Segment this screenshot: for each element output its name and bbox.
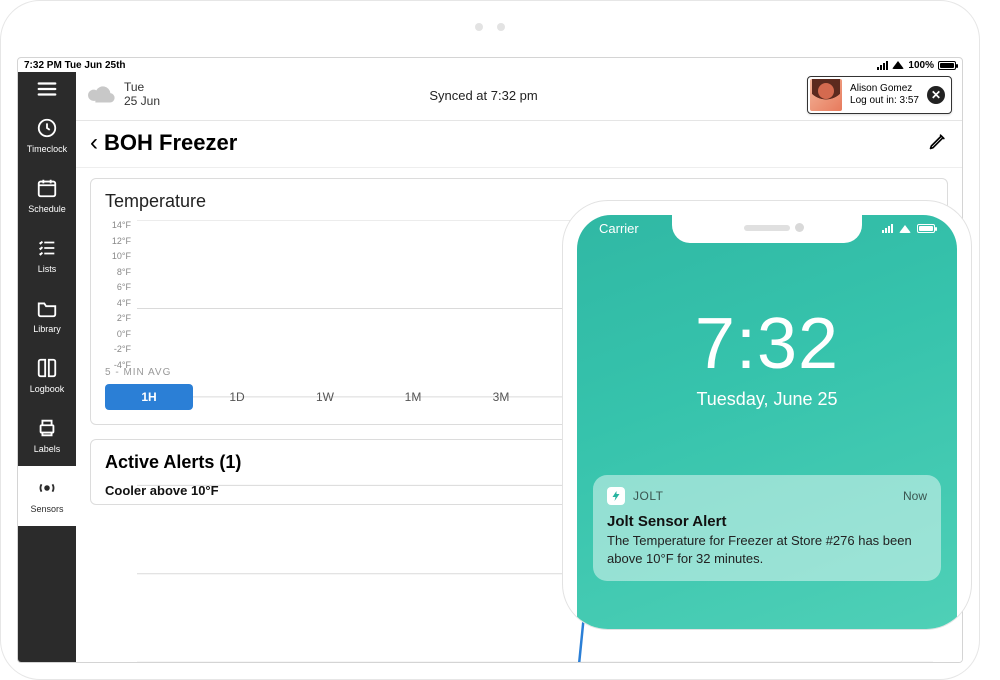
- sidebar-item-library[interactable]: Library: [18, 286, 76, 346]
- user-logout-timer: Log out in: 3:57: [850, 95, 919, 107]
- ipad-speaker: [475, 23, 505, 31]
- sidebar-item-timeclock[interactable]: Timeclock: [18, 106, 76, 166]
- sidebar-item-label: Sensors: [30, 504, 63, 514]
- sidebar-item-labels[interactable]: Labels: [18, 406, 76, 466]
- jolt-app-icon: [607, 487, 625, 505]
- range-1d[interactable]: 1D: [193, 384, 281, 410]
- notification-title: Jolt Sensor Alert: [607, 513, 927, 530]
- avatar: [810, 79, 842, 111]
- battery-icon: [917, 224, 935, 233]
- notification-time: Now: [903, 489, 927, 503]
- close-icon[interactable]: ✕: [927, 86, 945, 104]
- cloud-sync-icon: [86, 85, 116, 105]
- notification-app-name: JOLT: [633, 489, 663, 503]
- sensor-icon: [35, 476, 59, 500]
- user-name: Alison Gomez: [850, 83, 919, 95]
- sidebar-item-schedule[interactable]: Schedule: [18, 166, 76, 226]
- edit-button[interactable]: [928, 131, 948, 156]
- sidebar-item-label: Lists: [38, 264, 57, 274]
- printer-icon: [35, 416, 59, 440]
- range-3m[interactable]: 3M: [457, 384, 545, 410]
- folder-icon: [35, 296, 59, 320]
- sync-status: Synced at 7:32 pm: [160, 88, 807, 103]
- sidebar-item-label: Library: [33, 324, 61, 334]
- ipad-status-bar: 7:32 PM Tue Jun 25th 100%: [18, 58, 962, 72]
- battery-percent: 100%: [908, 60, 934, 71]
- book-icon: [35, 356, 59, 380]
- range-1w[interactable]: 1W: [281, 384, 369, 410]
- header-date-day: Tue: [124, 81, 160, 95]
- lock-screen-time: 7:32: [577, 303, 957, 385]
- phone-lock-screen: Carrier 7:32 Tuesday, June 25 JOLT Now J…: [577, 215, 957, 629]
- checklist-icon: [35, 236, 59, 260]
- carrier-label: Carrier: [599, 221, 639, 236]
- top-bar: Tue 25 Jun Synced at 7:32 pm Alison Gome…: [76, 72, 962, 121]
- sidebar-item-lists[interactable]: Lists: [18, 226, 76, 286]
- wifi-icon: [892, 61, 904, 69]
- sidebar: Timeclock Schedule Lists Library Logbook: [18, 72, 76, 662]
- cellular-icon: [882, 224, 893, 233]
- calendar-icon: [35, 176, 59, 200]
- sidebar-item-label: Logbook: [30, 384, 65, 394]
- sidebar-item-sensors[interactable]: Sensors: [18, 466, 76, 526]
- sidebar-item-logbook[interactable]: Logbook: [18, 346, 76, 406]
- cellular-icon: [877, 61, 888, 70]
- range-1h[interactable]: 1H: [105, 384, 193, 410]
- user-session-box[interactable]: Alison Gomez Log out in: 3:57 ✕: [807, 76, 952, 114]
- clock-icon: [35, 116, 59, 140]
- range-1m[interactable]: 1M: [369, 384, 457, 410]
- notification-card[interactable]: JOLT Now Jolt Sensor Alert The Temperatu…: [593, 475, 941, 581]
- notification-body: The Temperature for Freezer at Store #27…: [607, 532, 927, 567]
- status-time: 7:32 PM Tue Jun 25th: [24, 60, 126, 71]
- wifi-icon: [899, 225, 911, 233]
- page-title: BOH Freezer: [104, 130, 237, 156]
- hamburger-menu-button[interactable]: [18, 72, 76, 106]
- sidebar-item-label: Timeclock: [27, 144, 67, 154]
- sidebar-item-label: Schedule: [28, 204, 66, 214]
- header-date-num: 25 Jun: [124, 95, 160, 109]
- phone-device-frame: Carrier 7:32 Tuesday, June 25 JOLT Now J…: [562, 200, 972, 630]
- lock-screen-date: Tuesday, June 25: [577, 389, 957, 410]
- phone-notch: [672, 215, 862, 243]
- sidebar-item-label: Labels: [34, 444, 61, 454]
- back-button[interactable]: ‹: [90, 129, 98, 157]
- battery-icon: [938, 61, 956, 70]
- chart-y-axis: 14°F12°F10°F8°F6°F4°F2°F0°F-2°F-4°F: [105, 220, 135, 370]
